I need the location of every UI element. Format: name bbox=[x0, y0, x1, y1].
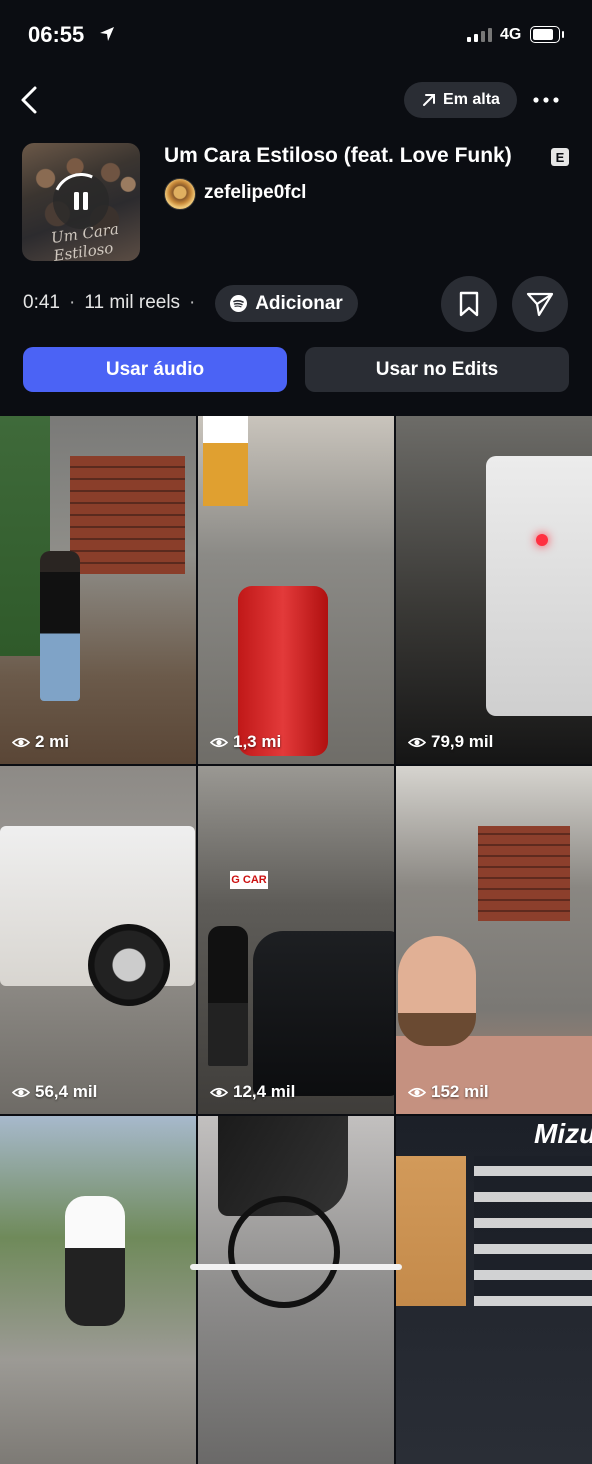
view-count: 2 mi bbox=[12, 732, 69, 752]
reel-thumbnail[interactable]: Mizu bbox=[396, 1116, 592, 1464]
thumbnail-image bbox=[208, 926, 248, 1066]
more-options-button[interactable] bbox=[530, 88, 562, 112]
artist-name[interactable]: zefelipe0fcl bbox=[204, 182, 306, 204]
eye-icon bbox=[210, 1087, 228, 1097]
track-title: Um Cara Estiloso (feat. Love Funk) bbox=[164, 144, 512, 167]
reel-thumbnail[interactable]: 152 mil bbox=[396, 766, 592, 1114]
save-audio-button[interactable] bbox=[441, 276, 497, 332]
reel-thumbnail[interactable]: 2 mi bbox=[0, 416, 196, 764]
garage-sign: G CAR bbox=[230, 871, 268, 889]
status-time: 06:55 bbox=[28, 22, 85, 47]
reel-thumbnail[interactable]: G CAR 12,4 mil bbox=[198, 766, 394, 1114]
pause-button[interactable] bbox=[45, 165, 117, 237]
separator-dot: · bbox=[68, 292, 76, 313]
thumbnail-image bbox=[536, 534, 548, 546]
trending-button[interactable]: Em alta bbox=[404, 82, 517, 118]
track-duration: 0:41 bbox=[23, 292, 60, 313]
send-icon bbox=[526, 292, 554, 317]
thumbnail-image bbox=[478, 826, 570, 921]
eye-icon bbox=[210, 737, 228, 747]
thumbnail-image bbox=[88, 924, 170, 1006]
thumbnail-image bbox=[238, 586, 328, 756]
view-count-label: 79,9 mil bbox=[431, 732, 494, 751]
view-count-label: 12,4 mil bbox=[233, 1082, 296, 1101]
network-type: 4G bbox=[500, 26, 522, 43]
eye-icon bbox=[12, 737, 30, 747]
thumbnail-image bbox=[486, 456, 592, 716]
spotify-icon bbox=[230, 295, 248, 312]
separator-dot: · bbox=[189, 292, 196, 313]
thumbnail-image bbox=[65, 1196, 125, 1326]
view-count-label: 1,3 mi bbox=[233, 732, 282, 751]
thumbnail-image bbox=[474, 1156, 592, 1306]
reel-thumbnail[interactable]: 56,4 mil bbox=[0, 766, 196, 1114]
location-arrow-icon bbox=[98, 25, 116, 48]
eye-icon bbox=[12, 1087, 30, 1097]
chevron-left-icon bbox=[21, 86, 37, 114]
thumbnail-image bbox=[253, 931, 394, 1096]
thumbnail-image bbox=[203, 416, 248, 506]
track-meta: 0:41 · 11 mil reels · bbox=[23, 292, 195, 314]
add-to-spotify-button[interactable]: Adicionar bbox=[215, 285, 358, 322]
battery-tip bbox=[562, 31, 564, 38]
more-horizontal-icon bbox=[533, 97, 559, 103]
album-cover[interactable]: Um Cara Estiloso bbox=[22, 143, 140, 261]
thumbnail-image bbox=[40, 551, 80, 701]
view-count-label: 152 mil bbox=[431, 1082, 489, 1101]
thumbnail-image bbox=[70, 456, 185, 574]
reel-thumbnail[interactable]: 79,9 mil bbox=[396, 416, 592, 764]
reel-thumbnail[interactable]: 1,3 mi bbox=[198, 416, 394, 764]
battery-icon bbox=[530, 26, 560, 43]
bookmark-icon bbox=[459, 291, 479, 317]
add-label: Adicionar bbox=[255, 292, 343, 314]
home-indicator[interactable] bbox=[190, 1264, 402, 1270]
eye-icon bbox=[408, 737, 426, 747]
trending-label: Em alta bbox=[443, 91, 500, 108]
arrow-up-right-icon bbox=[423, 94, 436, 106]
view-count: 1,3 mi bbox=[210, 732, 281, 752]
status-bar: 06:55 4G bbox=[0, 0, 592, 72]
eye-icon bbox=[408, 1087, 426, 1097]
reel-thumbnail[interactable] bbox=[198, 1116, 394, 1464]
thumbnail-image bbox=[228, 1196, 340, 1308]
view-count-label: 2 mi bbox=[35, 732, 70, 751]
artist-avatar[interactable] bbox=[164, 178, 196, 210]
store-brand-text: Mizu bbox=[534, 1118, 592, 1149]
back-button[interactable] bbox=[14, 84, 44, 116]
explicit-badge: E bbox=[551, 148, 569, 166]
reels-count: 11 mil reels bbox=[84, 292, 181, 313]
view-count-label: 56,4 mil bbox=[35, 1082, 98, 1101]
view-count: 12,4 mil bbox=[210, 1082, 295, 1102]
view-count: 79,9 mil bbox=[408, 732, 493, 752]
view-count: 152 mil bbox=[408, 1082, 489, 1102]
use-audio-button[interactable]: Usar áudio bbox=[23, 347, 287, 392]
share-button[interactable] bbox=[512, 276, 568, 332]
reel-thumbnail[interactable] bbox=[0, 1116, 196, 1464]
view-count: 56,4 mil bbox=[12, 1082, 97, 1102]
signal-icon bbox=[467, 28, 495, 47]
use-in-edits-button[interactable]: Usar no Edits bbox=[305, 347, 569, 392]
thumbnail-image bbox=[396, 1156, 466, 1306]
thumbnail-image bbox=[398, 936, 476, 1046]
thumbnail-image bbox=[396, 1036, 592, 1114]
